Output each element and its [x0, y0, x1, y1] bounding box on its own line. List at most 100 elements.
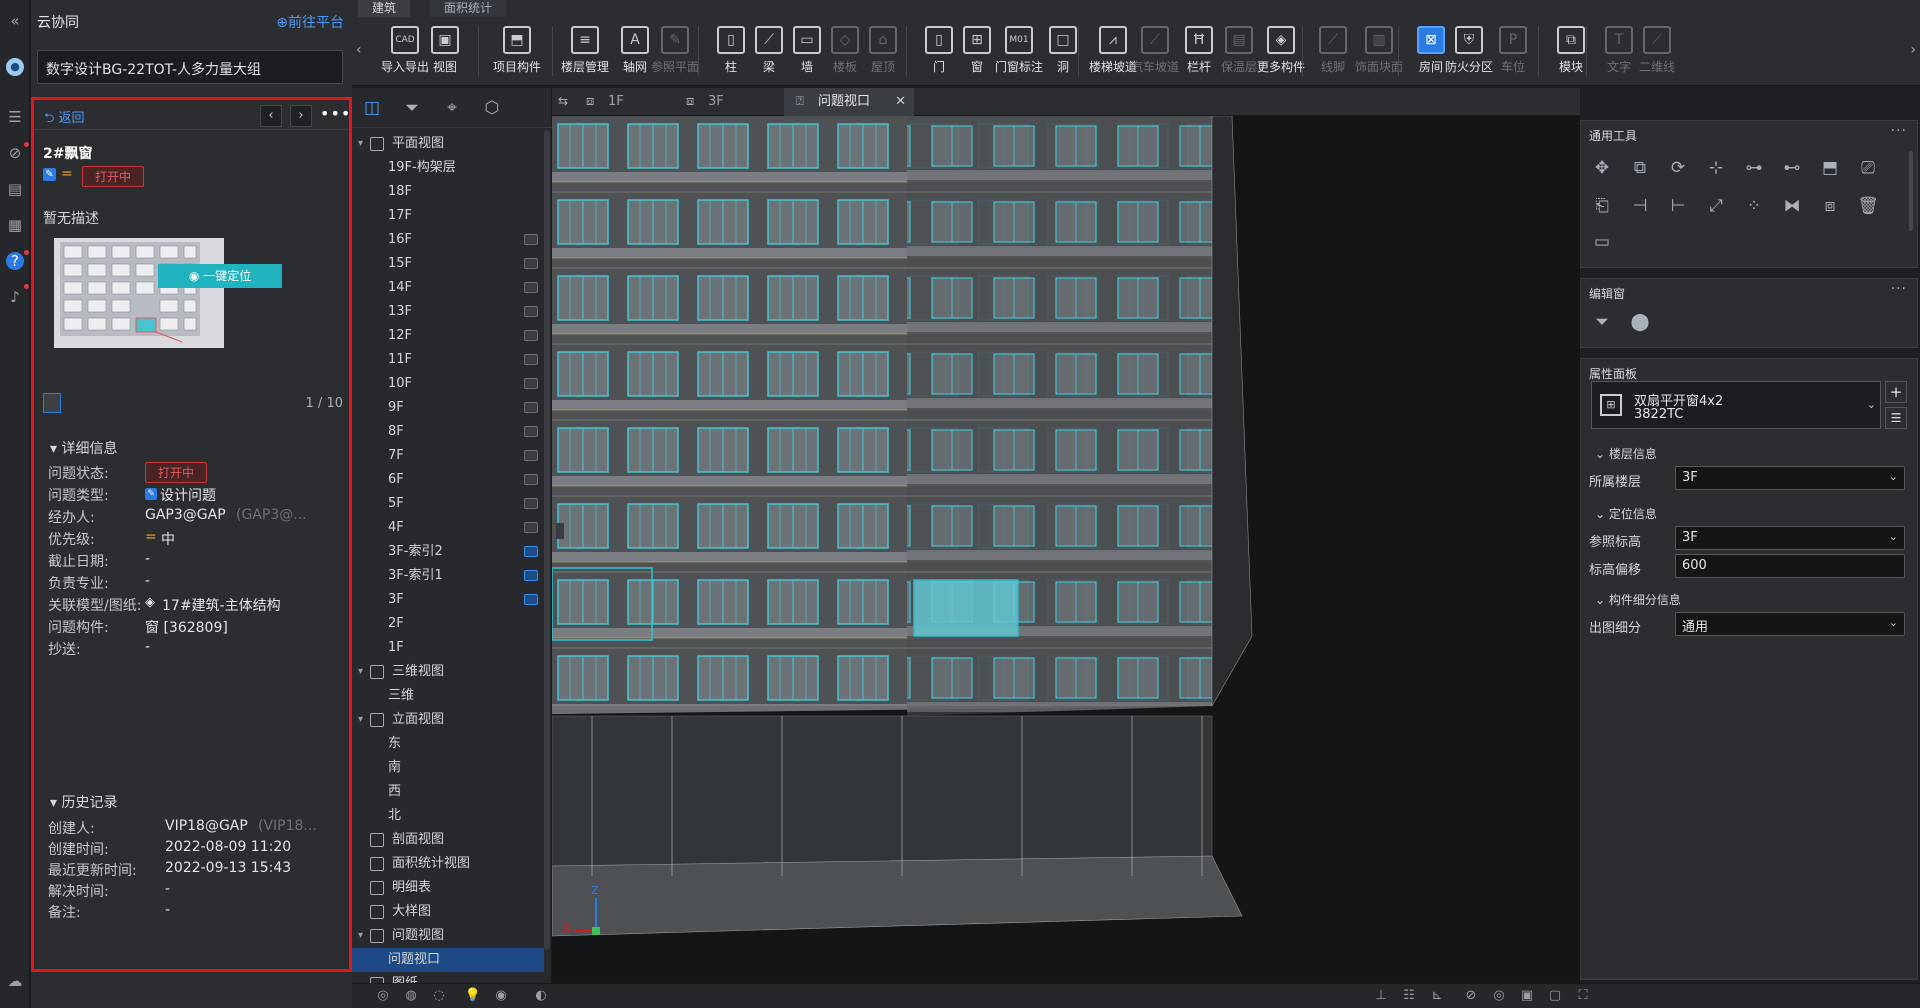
- ribbon-scroll-left-icon[interactable]: ‹: [356, 42, 362, 58]
- tree-group[interactable]: ▾ 问题视图: [352, 924, 544, 948]
- attachment-thumb[interactable]: [43, 393, 61, 413]
- goto-platform-link[interactable]: ⊕前往平台: [276, 12, 344, 32]
- tree-group[interactable]: ▾ 三维视图: [352, 660, 544, 684]
- tree-item[interactable]: 14F: [352, 276, 544, 300]
- delete-icon[interactable]: 🗑: [1855, 193, 1881, 219]
- edit-type-button[interactable]: ☰: [1885, 407, 1907, 429]
- floor-info-section[interactable]: ⌄ 楼层信息: [1595, 445, 1657, 462]
- tree-item[interactable]: 10F: [352, 372, 544, 396]
- server-icon[interactable]: ▦: [6, 216, 24, 234]
- scale-icon[interactable]: ⤢: [1703, 193, 1729, 219]
- render-icon[interactable]: ◐: [532, 988, 550, 1004]
- offset-icon[interactable]: ⬒: [1817, 155, 1843, 181]
- prev-button[interactable]: ‹: [260, 105, 282, 127]
- document-icon[interactable]: ▤: [6, 180, 24, 198]
- match-icon[interactable]: ⎚: [1855, 155, 1881, 181]
- tree-item[interactable]: 东: [352, 732, 544, 756]
- eye-hide-icon[interactable]: ◎: [374, 988, 392, 1004]
- tree-group[interactable]: ▾ 平面视图: [352, 132, 544, 156]
- tree-item[interactable]: 18F: [352, 180, 544, 204]
- add-type-button[interactable]: +: [1885, 381, 1907, 403]
- tree-group[interactable]: 面积统计视图: [352, 852, 544, 876]
- isolate-icon[interactable]: ◍: [402, 988, 420, 1004]
- more-icon[interactable]: ···: [1891, 281, 1907, 297]
- filter-icon[interactable]: ⏷: [1589, 309, 1615, 335]
- tree-group[interactable]: 明细表: [352, 876, 544, 900]
- trim-icon[interactable]: ⊹: [1703, 155, 1729, 181]
- tool-4[interactable]: ≡ 楼层管理: [558, 26, 612, 78]
- mirror-icon[interactable]: ⧓: [1779, 193, 1805, 219]
- tree-item[interactable]: 南: [352, 756, 544, 780]
- copy-icon[interactable]: ⧉: [1627, 155, 1653, 181]
- tree-item[interactable]: 13F: [352, 300, 544, 324]
- detail-info-section[interactable]: ⌄ 构件细分信息: [1595, 591, 1681, 608]
- tool-20[interactable]: ◈ 更多构件: [1254, 26, 1308, 78]
- layout-icon[interactable]: ▣: [1518, 988, 1536, 1004]
- more-icon[interactable]: ···: [1891, 123, 1907, 139]
- tab-architecture[interactable]: 建筑: [358, 0, 411, 17]
- tree-item[interactable]: 8F: [352, 420, 544, 444]
- list-icon[interactable]: ☰: [6, 108, 24, 126]
- project-selector[interactable]: 数字设计BG-22TOT-人多力量大组: [37, 50, 343, 84]
- collapse-icon[interactable]: «: [6, 12, 24, 30]
- tree-item[interactable]: 三维: [352, 684, 544, 708]
- material-icon[interactable]: ⬤: [1627, 309, 1653, 335]
- position-info-section[interactable]: ⌄ 定位信息: [1595, 505, 1657, 522]
- tool-3[interactable]: ⬒ 项目构件: [490, 26, 544, 78]
- tab-list-icon[interactable]: ⇆: [558, 94, 568, 108]
- history-section-header[interactable]: ▾ 历史记录: [50, 792, 117, 812]
- tree-item[interactable]: 3F-索引2: [352, 540, 544, 564]
- window-icon[interactable]: ▢: [1546, 988, 1564, 1004]
- tree-tab-views[interactable]: ◫: [352, 88, 392, 128]
- light-icon[interactable]: 💡: [464, 988, 482, 1004]
- tool-6[interactable]: ✎ 参照平面: [648, 26, 702, 78]
- caret-down-icon[interactable]: ▾: [358, 132, 370, 156]
- tool-26[interactable]: ⧉ 模块: [1544, 26, 1598, 78]
- detail-select[interactable]: 通用 ⌄: [1675, 612, 1905, 636]
- tool-11[interactable]: ⌂ 屋顶: [856, 26, 910, 78]
- measure-icon[interactable]: ▭: [1589, 229, 1615, 255]
- group-icon[interactable]: ⧈: [1817, 193, 1843, 219]
- ref-level-select[interactable]: 3F ⌄: [1675, 526, 1905, 550]
- tool-28[interactable]: ⟋ 二维线: [1630, 26, 1684, 78]
- filter-icon[interactable]: ⏷: [392, 88, 432, 128]
- bell-icon[interactable]: ♪: [6, 288, 24, 306]
- tree-item[interactable]: 3F-索引1: [352, 564, 544, 588]
- tree-item[interactable]: 1F: [352, 636, 544, 660]
- ribbon-scroll-right-icon[interactable]: ›: [1910, 42, 1916, 58]
- issue-icon[interactable]: ?: [6, 252, 24, 270]
- tree-item[interactable]: 4F: [352, 516, 544, 540]
- break-icon[interactable]: ⊣: [1627, 193, 1653, 219]
- locate-button[interactable]: ◉ 一键定位: [158, 264, 282, 288]
- link-icon[interactable]: ⊘: [1462, 988, 1480, 1004]
- tree-item[interactable]: 西: [352, 780, 544, 804]
- tree-item[interactable]: 9F: [352, 396, 544, 420]
- back-button[interactable]: ⮌ 返回: [44, 107, 85, 131]
- tree-scrollbar[interactable]: [544, 130, 550, 950]
- extend-icon[interactable]: ⊶: [1741, 155, 1767, 181]
- tools-scrollbar[interactable]: [1909, 151, 1913, 231]
- tree-item[interactable]: 北: [352, 804, 544, 828]
- tab-area-stats[interactable]: 面积统计: [430, 0, 507, 17]
- issue-thumbnail[interactable]: [54, 238, 224, 348]
- ruler-icon[interactable]: ⊾: [1428, 988, 1446, 1004]
- tool-25[interactable]: P 车位: [1486, 26, 1540, 78]
- link-icon[interactable]: ⊘: [6, 144, 24, 162]
- grid-snap-icon[interactable]: ⊥: [1372, 988, 1390, 1004]
- move-icon[interactable]: ✥: [1589, 155, 1615, 181]
- tree-item[interactable]: 15F: [352, 252, 544, 276]
- component-type-selector[interactable]: ⊞ 双扇平开窗4x2 3822TC ⌄: [1591, 381, 1881, 429]
- compass-icon[interactable]: ◎: [1490, 988, 1508, 1004]
- cube-icon[interactable]: ⬡: [472, 88, 512, 128]
- tree-group[interactable]: ▾ 立面视图: [352, 708, 544, 732]
- tree-item[interactable]: 2F: [352, 612, 544, 636]
- list-view-icon[interactable]: ☷: [1400, 988, 1418, 1004]
- offset-input[interactable]: 600: [1675, 554, 1905, 578]
- tree-item[interactable]: 19F-构架层: [352, 156, 544, 180]
- tree-item[interactable]: 16F: [352, 228, 544, 252]
- tree-item[interactable]: 5F: [352, 492, 544, 516]
- rotate-icon[interactable]: ⟳: [1665, 155, 1691, 181]
- caret-down-icon[interactable]: ▾: [358, 660, 370, 684]
- tree-group[interactable]: 大样图: [352, 900, 544, 924]
- model-viewport[interactable]: X Z: [552, 116, 1580, 983]
